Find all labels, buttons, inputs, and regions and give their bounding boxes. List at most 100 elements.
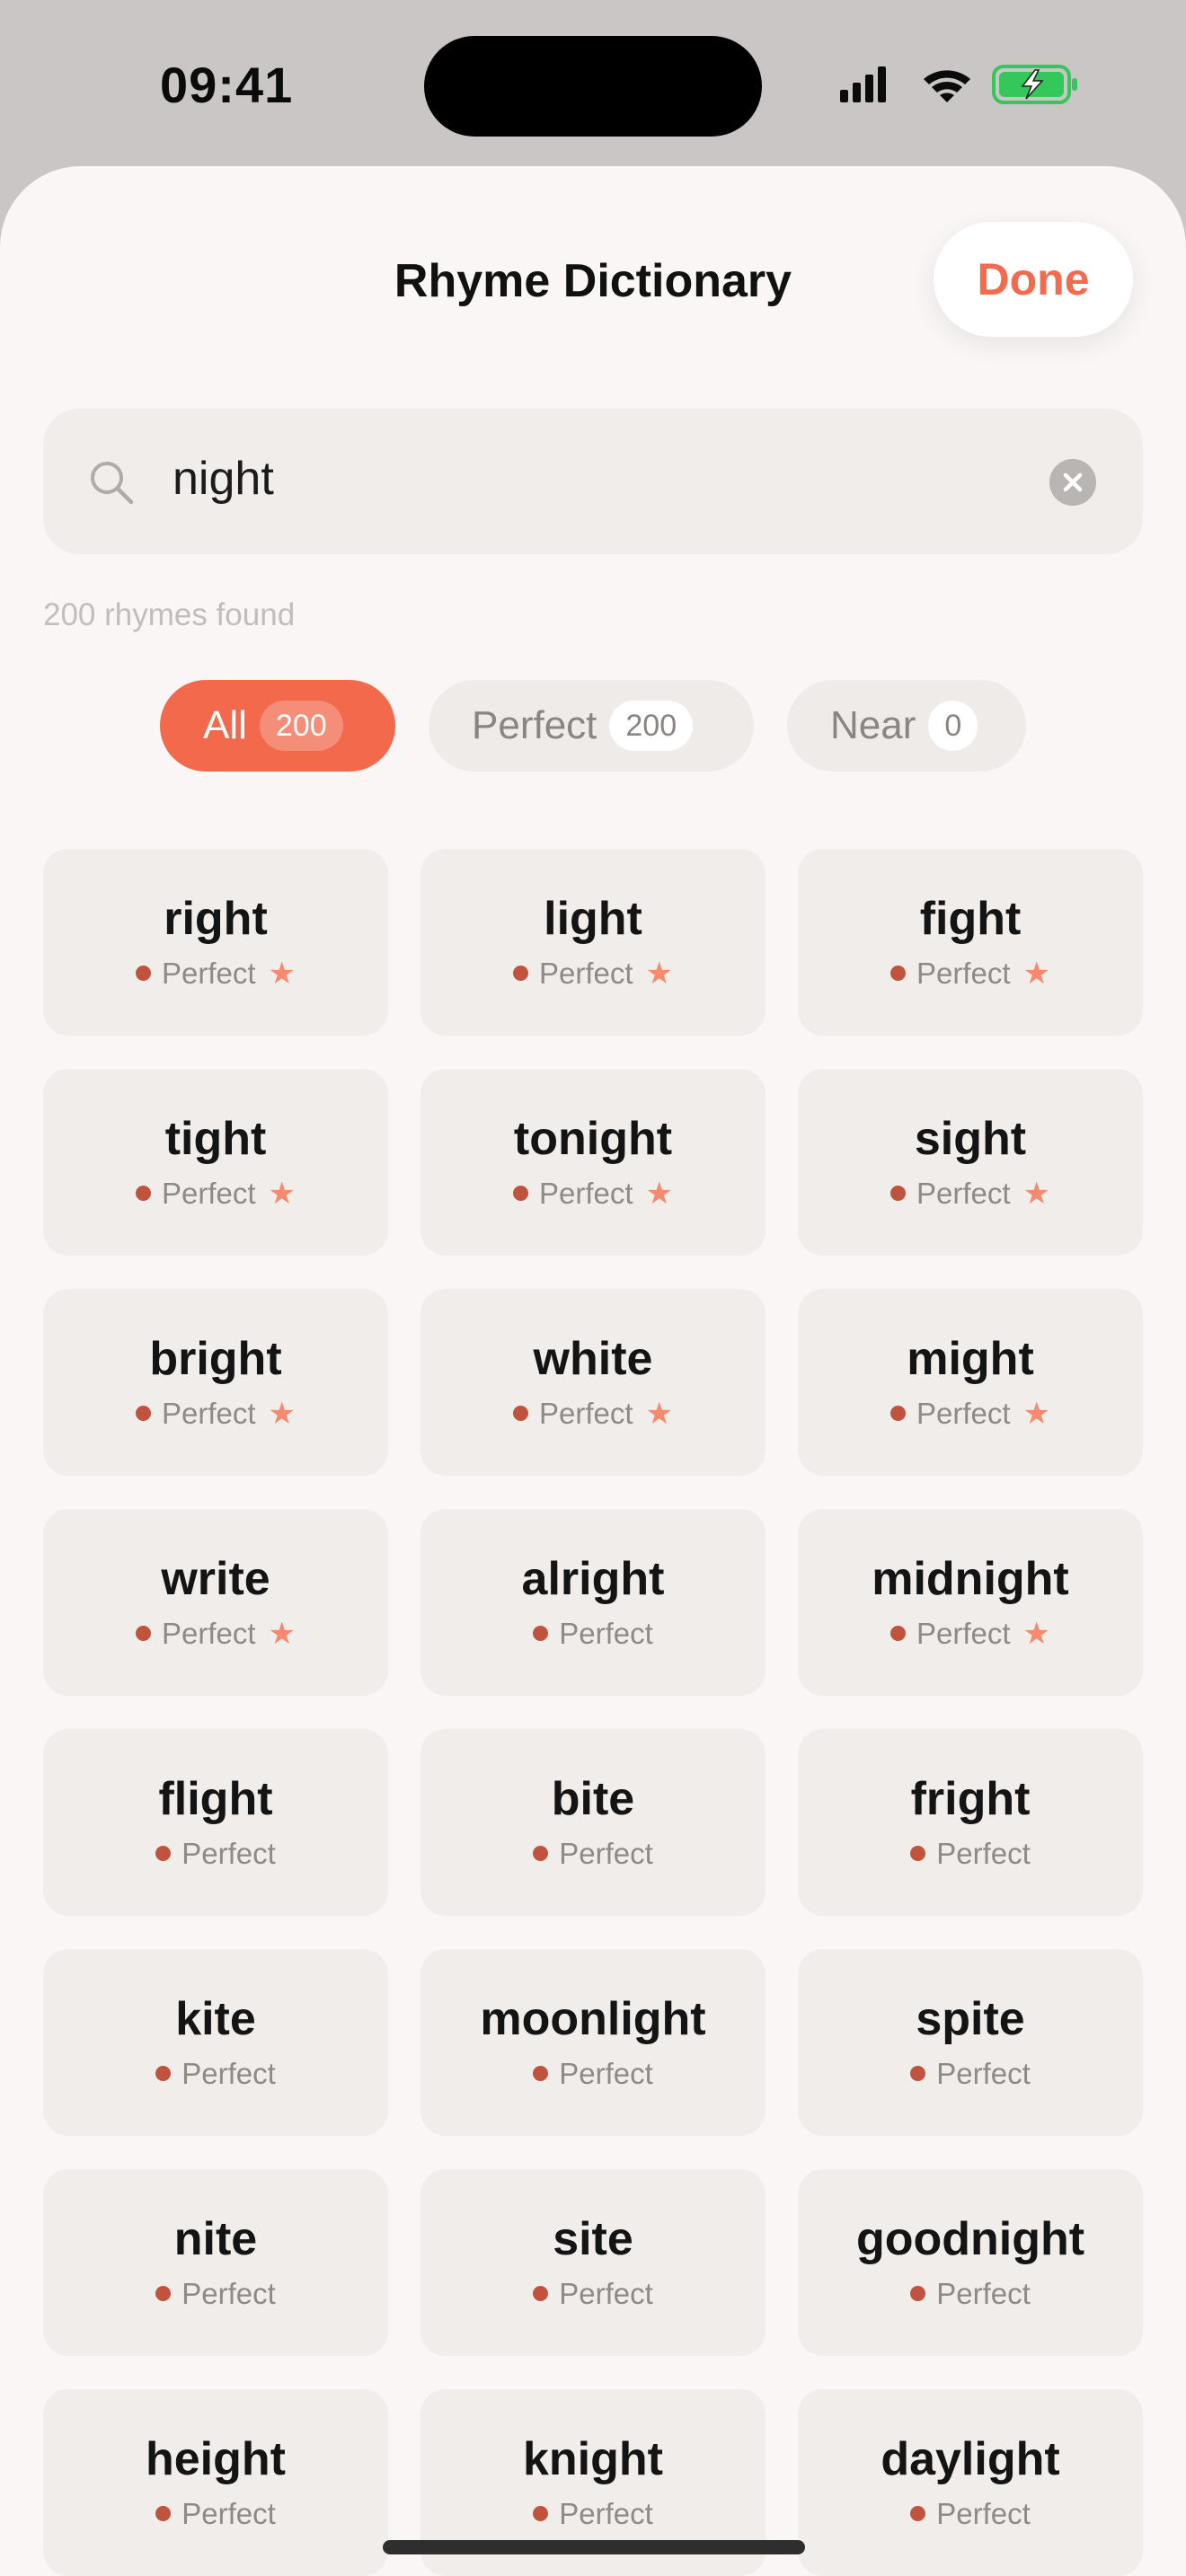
rhyme-meta: Perfect [155,2497,276,2531]
rhyme-card[interactable]: alright Perfect [420,1509,766,1696]
chip-count-badge: 200 [609,701,694,751]
rhyme-card[interactable]: write Perfect ★ [43,1509,388,1696]
rhyme-type-dot-icon [890,966,906,982]
rhyme-word: bite [551,1773,635,1826]
rhyme-type-dot-icon [533,2506,549,2522]
rhyme-meta: Perfect ★ [512,1396,673,1431]
rhyme-type-dot-icon [533,2286,549,2302]
rhyme-card[interactable]: moonlight Perfect [420,1949,766,2136]
rhyme-meta: Perfect ★ [135,1617,296,1651]
rhyme-meta: Perfect [910,1837,1031,1871]
rhyme-type-dot-icon [512,1406,528,1422]
filter-chips: All 200 Perfect 200 Near 0 [0,680,1186,772]
rhyme-meta: Perfect ★ [135,1396,296,1431]
rhyme-card[interactable]: bright Perfect ★ [43,1289,388,1476]
home-indicator [383,2540,805,2554]
rhyme-card[interactable]: kite Perfect [43,1949,388,2136]
rhyme-word: right [164,893,268,946]
cellular-signal-icon [840,66,886,102]
rhyme-word: write [161,1553,270,1606]
star-icon: ★ [268,956,296,991]
status-icons [840,65,1077,104]
rhyme-card[interactable]: midnight Perfect ★ [798,1509,1143,1696]
star-icon: ★ [268,1176,296,1211]
rhyme-type-dot-icon [512,1186,528,1202]
wifi-icon [924,70,970,102]
rhyme-type-label: Perfect [538,956,633,990]
rhyme-type-label: Perfect [538,1396,633,1430]
rhyme-card[interactable]: tight Perfect ★ [43,1069,388,1256]
rhyme-type-label: Perfect [936,2276,1031,2310]
rhyme-card[interactable]: light Perfect ★ [420,849,766,1036]
search-field[interactable]: night [43,409,1143,554]
rhyme-meta: Perfect ★ [135,1176,296,1211]
rhyme-word: light [544,893,642,946]
rhyme-type-dot-icon [135,1186,151,1202]
rhyme-type-label: Perfect [161,1396,256,1430]
rhyme-card[interactable]: bite Perfect [420,1729,766,1916]
rhyme-meta: Perfect [155,2057,276,2091]
rhyme-card[interactable]: height Perfect [43,2389,388,2576]
rhyme-card[interactable]: flight Perfect [43,1729,388,1916]
rhyme-card[interactable]: tonight Perfect ★ [420,1069,766,1256]
star-icon: ★ [1022,1176,1051,1211]
rhyme-type-dot-icon [155,2066,172,2082]
rhyme-meta: Perfect [533,1617,653,1651]
clear-search-icon[interactable] [1049,459,1096,506]
rhyme-card[interactable]: white Perfect ★ [420,1289,766,1476]
rhyme-card[interactable]: fright Perfect [798,1729,1143,1916]
rhyme-type-dot-icon [135,1406,151,1422]
rhyme-card[interactable]: right Perfect ★ [43,849,388,1036]
rhyme-type-label: Perfect [559,2496,653,2530]
filter-all-chip[interactable]: All 200 [160,680,395,772]
rhyme-word: sight [914,1113,1027,1166]
rhyme-word: goodnight [855,2213,1085,2266]
rhyme-card[interactable]: goodnight Perfect [798,2169,1143,2356]
rhyme-type-label: Perfect [936,1836,1031,1870]
rhyme-meta: Perfect ★ [135,956,296,991]
rhyme-type-dot-icon [512,966,528,982]
rhyme-meta: Perfect ★ [890,1177,1050,1211]
rhyme-card[interactable]: spite Perfect [798,1949,1143,2136]
rhyme-type-label: Perfect [181,2496,276,2530]
rhyme-type-label: Perfect [916,1616,1011,1650]
filter-near-chip[interactable]: Near 0 [787,680,1026,772]
rhyme-type-dot-icon [910,2286,926,2302]
rhyme-meta: Perfect ★ [512,1176,674,1211]
rhyme-word: bright [149,1333,282,1386]
rhyme-type-dot-icon [890,1186,906,1202]
rhyme-card[interactable]: sight Perfect ★ [798,1069,1143,1256]
rhyme-type-dot-icon [155,1846,172,1862]
rhyme-word: kite [175,1993,256,2046]
rhyme-type-dot-icon [533,1846,549,1862]
rhyme-word: alright [521,1553,665,1606]
rhyme-card[interactable]: daylight Perfect [798,2389,1143,2576]
rhyme-word: might [907,1333,1034,1386]
status-bar: 09:41 [0,0,1186,171]
rhyme-type-label: Perfect [916,956,1011,990]
rhyme-word: white [533,1333,653,1386]
filter-perfect-chip[interactable]: Perfect 200 [429,680,754,772]
star-icon: ★ [645,1176,674,1211]
rhyme-word: fight [919,893,1022,946]
rhyme-type-label: Perfect [181,1836,276,1870]
rhyme-word: site [553,2213,633,2266]
rhyme-word: tight [164,1113,267,1166]
rhyme-card[interactable]: nite Perfect [43,2169,388,2356]
rhyme-type-label: Perfect [538,1176,633,1210]
star-icon: ★ [1022,956,1051,991]
rhyme-card[interactable]: site Perfect [420,2169,766,2356]
chip-count-badge: 200 [259,701,343,751]
rhyme-type-label: Perfect [916,1396,1011,1430]
rhyme-card[interactable]: fight Perfect ★ [798,849,1143,1036]
search-icon [91,462,134,505]
rhyme-type-label: Perfect [936,2056,1031,2090]
rhyme-word: nite [173,2213,258,2266]
search-input[interactable]: night [173,452,274,506]
status-time: 09:41 [160,57,294,113]
rhyme-type-label: Perfect [181,2276,276,2310]
done-button[interactable]: Done [934,222,1133,337]
rhyme-type-label: Perfect [559,1836,653,1870]
rhyme-card[interactable]: might Perfect ★ [798,1289,1143,1476]
rhyme-meta: Perfect ★ [890,1617,1050,1651]
